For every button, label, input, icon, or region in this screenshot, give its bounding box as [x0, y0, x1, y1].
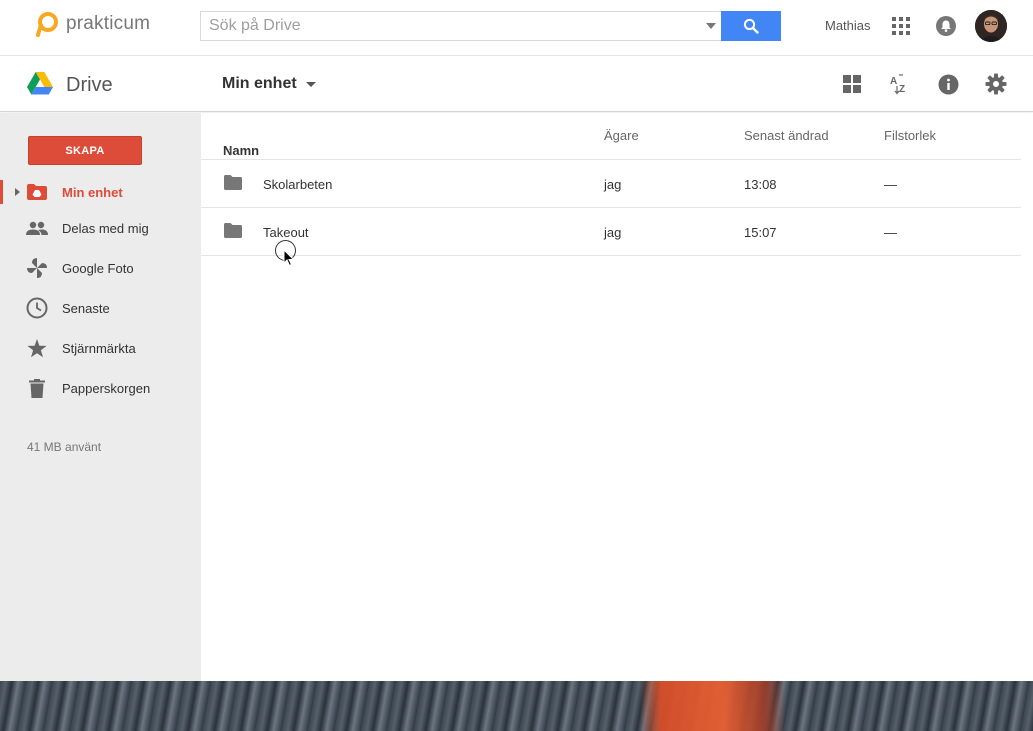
chevron-down-icon [706, 23, 716, 29]
file-size: — [884, 225, 897, 240]
notifications-bell-icon[interactable] [935, 15, 957, 37]
sidebar-item-label: Google Foto [62, 260, 134, 276]
star-icon [26, 337, 48, 359]
sort-options-button[interactable]: A Z [888, 72, 912, 96]
sidebar-item-trash[interactable]: Papperskorgen [0, 372, 201, 404]
info-icon [938, 74, 958, 94]
trash-icon [26, 377, 48, 399]
column-header-modified[interactable]: Senast ändrad [744, 128, 829, 143]
google-photos-icon [26, 257, 48, 279]
column-header-size[interactable]: Filstorlek [884, 128, 936, 143]
search-button[interactable] [721, 11, 781, 41]
top-bar: prakticum Mathias [0, 0, 1033, 56]
file-list: Namn ↑ Ägare Senast ändrad Filstorlek Sko… [201, 113, 1033, 681]
grid-view-icon [843, 75, 861, 93]
sidebar-item-google-photos[interactable]: Google Foto [0, 252, 201, 284]
sort-az-icon: A Z [890, 74, 905, 95]
column-header-owner[interactable]: Ägare [604, 128, 639, 143]
table-row[interactable]: Takeout jag 15:07 — [201, 208, 1021, 256]
search-bar [200, 11, 781, 41]
folder-icon [224, 175, 242, 190]
search-icon [743, 18, 759, 34]
svg-text:A: A [890, 76, 897, 87]
drive-toolbar: Drive Min enhet A Z [0, 57, 1033, 112]
details-info-button[interactable] [936, 72, 960, 96]
grid-view-button[interactable] [840, 72, 864, 96]
sidebar-item-label: Papperskorgen [62, 380, 151, 396]
sidebar-item-starred[interactable]: Stjärnmärkta [0, 332, 201, 364]
my-drive-icon [26, 181, 48, 203]
google-drive-logo-icon [27, 72, 53, 95]
sidebar: SKAPA Min enhet Delas med mig Google Fot… [0, 113, 201, 681]
location-dropdown[interactable]: Min enhet [222, 75, 316, 93]
sidebar-item-shared-with-me[interactable]: Delas med mig [0, 212, 201, 244]
sidebar-item-my-drive[interactable]: Min enhet [0, 176, 201, 208]
settings-button[interactable] [984, 72, 1008, 96]
drive-title: Drive [66, 74, 113, 96]
create-new-button[interactable]: SKAPA [28, 136, 142, 165]
clock-icon [26, 297, 48, 319]
search-input[interactable] [200, 11, 701, 41]
file-owner: jag [604, 177, 622, 192]
sidebar-item-recent[interactable]: Senaste [0, 292, 201, 324]
table-row[interactable]: Skolarbeten jag 13:08 — [201, 160, 1021, 208]
file-name[interactable]: Skolarbeten [263, 177, 332, 192]
search-options-dropdown[interactable] [701, 11, 721, 41]
expand-arrow-icon[interactable] [15, 188, 20, 196]
sort-arrow-icon: ↑ [227, 143, 234, 158]
folder-icon [224, 223, 242, 238]
gear-icon [985, 73, 1007, 95]
file-size: — [884, 177, 897, 192]
avatar-photo-icon [975, 10, 1007, 42]
desktop-wallpaper [0, 681, 1033, 731]
sidebar-item-label: Senaste [62, 300, 110, 316]
brand[interactable]: prakticum [34, 11, 150, 37]
file-name[interactable]: Takeout [263, 225, 309, 240]
svg-text:Z: Z [899, 84, 905, 95]
column-header-row: Namn ↑ Ägare Senast ändrad Filstorlek [201, 113, 1021, 160]
location-label: Min enhet [222, 75, 297, 92]
file-modified: 15:07 [744, 225, 777, 240]
file-owner: jag [604, 225, 622, 240]
shared-people-icon [26, 217, 48, 239]
sidebar-item-label: Stjärnmärkta [62, 340, 136, 356]
sidebar-item-label: Delas med mig [62, 220, 149, 236]
brand-name: prakticum [66, 13, 151, 34]
file-modified: 13:08 [744, 177, 777, 192]
sidebar-item-label: Min enhet [62, 184, 123, 200]
prakticum-logo-icon [36, 12, 58, 37]
user-avatar[interactable] [975, 10, 1007, 42]
apps-grid-icon[interactable] [892, 17, 910, 35]
caret-down-icon [305, 81, 316, 87]
storage-quota[interactable]: 41 MB använt [27, 440, 101, 454]
user-name-link[interactable]: Mathias [825, 18, 871, 33]
mouse-cursor-icon [283, 249, 295, 267]
